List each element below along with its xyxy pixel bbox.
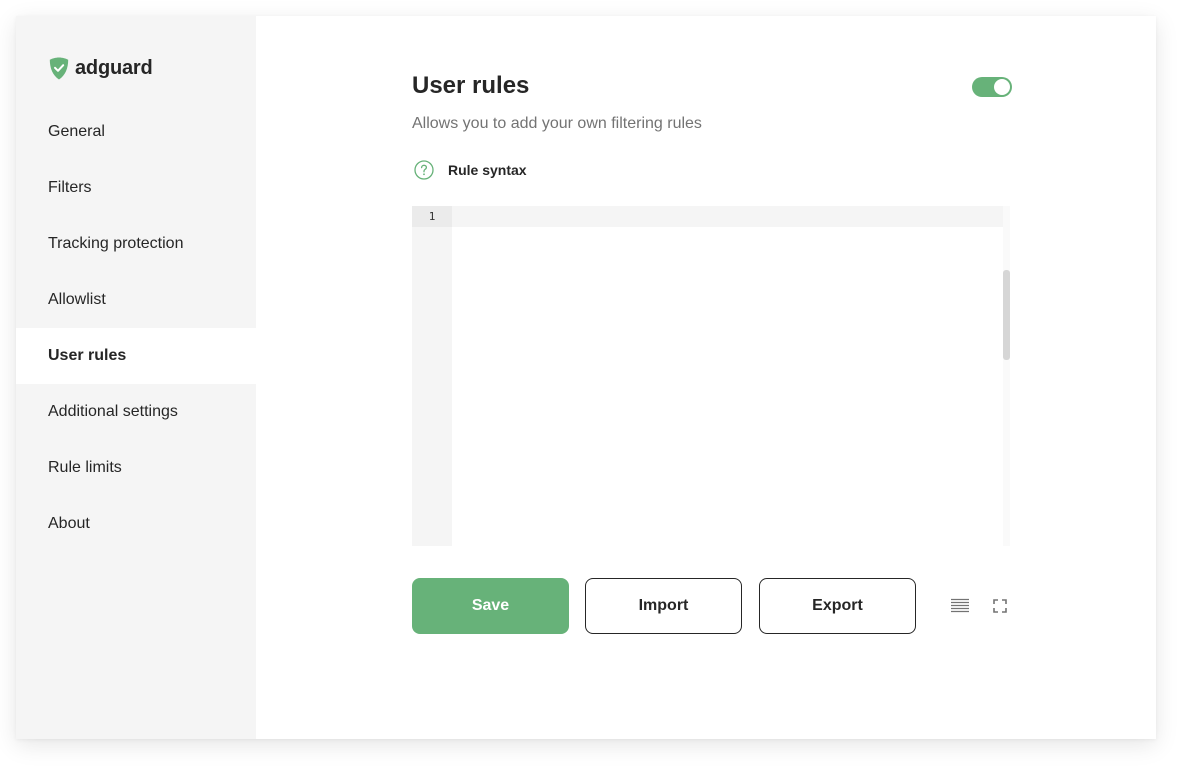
sidebar-item-tracking-protection[interactable]: Tracking protection [16,216,256,272]
sidebar-item-additional-settings[interactable]: Additional settings [16,384,256,440]
user-rules-toggle[interactable] [972,77,1012,97]
editor-gutter [412,206,452,546]
text-wrap-icon[interactable] [950,596,970,616]
main-content: User rules Allows you to add your own fi… [412,16,1012,739]
page-subtitle: Allows you to add your own filtering rul… [412,115,702,132]
editor-scroll-track[interactable] [1003,206,1010,546]
import-button[interactable]: Import [585,578,742,634]
fullscreen-icon[interactable] [990,596,1010,616]
editor-active-line[interactable] [452,206,1003,227]
question-circle-icon [414,160,434,180]
brand-name: adguard [75,56,153,79]
sidebar-nav: General Filters Tracking protection Allo… [16,104,256,552]
sidebar-item-filters[interactable]: Filters [16,160,256,216]
editor-scrollbar[interactable] [1003,270,1010,360]
page-title: User rules [412,72,530,99]
sidebar-item-user-rules[interactable]: User rules [16,328,256,384]
logo[interactable]: adguard [49,56,153,80]
rule-syntax-link[interactable]: Rule syntax [414,160,527,180]
rule-syntax-label: Rule syntax [448,162,527,178]
sidebar-item-allowlist[interactable]: Allowlist [16,272,256,328]
sidebar-item-rule-limits[interactable]: Rule limits [16,440,256,496]
save-button[interactable]: Save [412,578,569,634]
sidebar: adguard General Filters Tracking protect… [16,16,256,739]
line-number: 1 [412,206,452,227]
app-window: adguard General Filters Tracking protect… [16,16,1156,739]
rules-editor[interactable]: 1 [412,206,1010,546]
shield-check-icon [49,57,69,80]
sidebar-item-about[interactable]: About [16,496,256,552]
toggle-knob [994,79,1010,95]
sidebar-item-general[interactable]: General [16,104,256,160]
export-button[interactable]: Export [759,578,916,634]
